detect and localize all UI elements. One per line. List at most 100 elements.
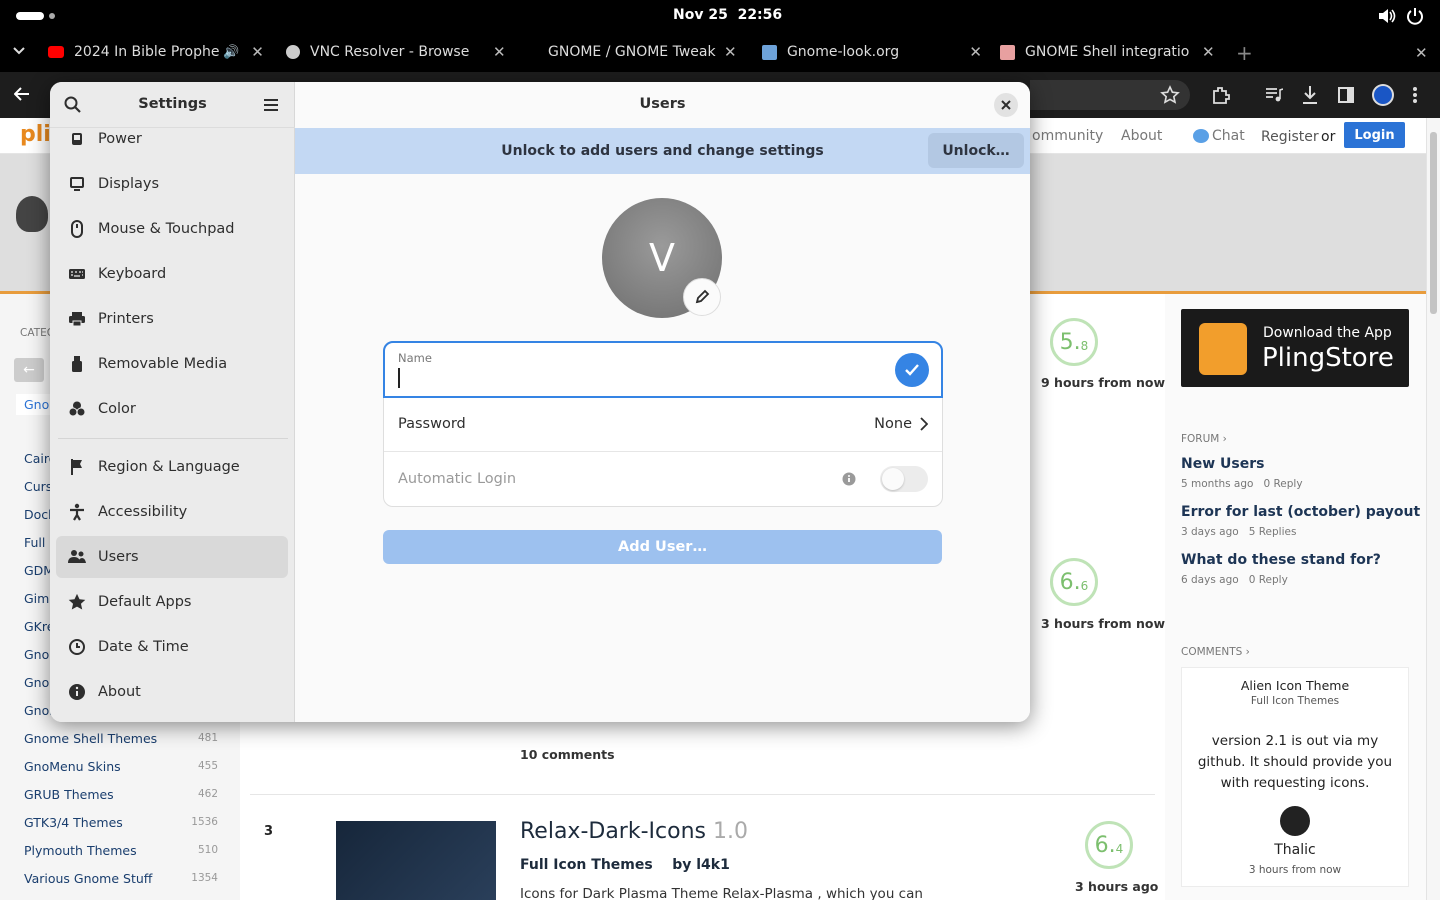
item-author[interactable]: by l4k1 — [672, 857, 730, 873]
tab-gnome-shell-integration[interactable]: GNOME Shell integratio ✕ — [1000, 38, 1220, 66]
sidebar-item-keyboard[interactable]: Keyboard — [56, 253, 288, 295]
profile-avatar-icon[interactable] — [1372, 84, 1394, 106]
commenter-name[interactable]: Thalic — [1182, 842, 1408, 858]
item-category[interactable]: Full Icon Themes — [520, 857, 653, 873]
sidebar-title: Settings — [138, 96, 207, 112]
extensions-puzzle-icon[interactable] — [1211, 85, 1231, 105]
category-row[interactable]: Various Gnome Stuff 1354 — [24, 868, 224, 888]
tab-close-icon[interactable]: ✕ — [969, 43, 982, 61]
sidebar-item-default-apps[interactable]: Default Apps — [56, 581, 288, 623]
category-row[interactable]: Gnome Shell Themes 481 — [24, 728, 224, 748]
plingstore-banner[interactable]: Download the App PlingStore — [1181, 309, 1409, 387]
category-link[interactable]: Full I — [24, 535, 53, 550]
tab-vnc-resolver[interactable]: VNC Resolver - Browse ✕ — [286, 38, 506, 66]
close-window-icon[interactable]: ✕ — [1415, 44, 1428, 62]
hamburger-menu-icon[interactable] — [263, 98, 279, 112]
sidebar-item-about[interactable]: About — [56, 671, 288, 713]
sidebar-item-label: Power — [98, 131, 142, 147]
tab-close-icon[interactable]: ✕ — [493, 43, 506, 61]
item-thumbnail[interactable] — [336, 821, 496, 900]
item-time: 9 hours from now — [1041, 375, 1165, 390]
category-row[interactable]: GnoMenu Skins 455 — [24, 756, 224, 776]
sidebar-item-removable-media[interactable]: Removable Media — [56, 343, 288, 385]
comment-card[interactable]: Alien Icon Theme Full Icon Themes versio… — [1181, 667, 1409, 887]
forum-replies: 0 Reply — [1263, 478, 1303, 490]
nav-register[interactable]: Register — [1261, 129, 1319, 145]
comments-heading[interactable]: COMMENTS › — [1181, 646, 1250, 658]
forum-topic[interactable]: Error for last (october) payout — [1181, 504, 1420, 520]
download-icon[interactable] — [1301, 85, 1319, 105]
category-link[interactable]: Curs — [24, 479, 52, 494]
confirm-name-button[interactable] — [895, 353, 929, 387]
category-row[interactable]: GRUB Themes 462 — [24, 784, 224, 804]
sidebar-item-power[interactable]: Power — [56, 118, 288, 160]
tab-audio-icon[interactable]: 🔊 — [223, 45, 239, 60]
item-title[interactable]: Relax-Dark-Icons 1.0 — [520, 819, 748, 844]
side-panel-icon[interactable] — [1337, 86, 1355, 104]
item-title-text: Relax-Dark-Icons — [520, 819, 706, 844]
edit-avatar-button[interactable] — [683, 278, 721, 316]
browser-menu-icon[interactable] — [1412, 86, 1418, 104]
volume-icon[interactable] — [1378, 8, 1396, 24]
sidebar-item-region-language[interactable]: Region & Language — [56, 446, 288, 488]
score-value: 5. — [1059, 329, 1081, 355]
sidebar-item-label: Mouse & Touchpad — [98, 221, 235, 237]
category-count: 462 — [197, 788, 218, 800]
automatic-login-row: Automatic Login — [384, 452, 942, 506]
back-arrow-icon[interactable] — [14, 87, 30, 101]
nav-about[interactable]: About — [1121, 128, 1162, 144]
name-field[interactable]: Name — [383, 341, 943, 398]
add-user-button[interactable]: Add User… — [383, 530, 942, 564]
login-button[interactable]: Login — [1344, 122, 1405, 148]
forum-topic[interactable]: What do these stand for? — [1181, 552, 1381, 568]
store-line2: PlingStore — [1262, 343, 1394, 373]
commenter-avatar[interactable] — [1280, 806, 1310, 836]
unlock-button[interactable]: Unlock… — [928, 133, 1024, 168]
printer-icon — [56, 311, 98, 327]
bookmark-star-icon[interactable] — [1160, 85, 1180, 105]
media-control-icon[interactable] — [1265, 87, 1283, 103]
sidebar-item-printers[interactable]: Printers — [56, 298, 288, 340]
page-scrollbar[interactable] — [1426, 118, 1440, 900]
tab-youtube[interactable]: 2024 In Bible Prophec 🔊 ✕ — [48, 38, 268, 66]
sidebar-item-mouse-touchpad[interactable]: Mouse & Touchpad — [56, 208, 288, 250]
sidebar-item-accessibility[interactable]: Accessibility — [56, 491, 288, 533]
accessibility-icon — [56, 503, 98, 521]
scrollbar-thumb[interactable] — [1430, 132, 1437, 314]
forum-heading[interactable]: FORUM › — [1181, 433, 1227, 445]
site-logo[interactable]: pli — [20, 122, 51, 147]
category-back-button[interactable]: ← — [14, 358, 44, 382]
sidebar-item-date-time[interactable]: Date & Time — [56, 626, 288, 668]
activities-indicator[interactable] — [16, 12, 44, 20]
tab-close-icon[interactable]: ✕ — [724, 43, 737, 61]
tab-gnome-look[interactable]: Gnome-look.org ✕ — [762, 38, 982, 66]
nav-community[interactable]: ommunity — [1032, 128, 1103, 144]
forum-time: 6 days ago — [1181, 574, 1239, 586]
info-circle-icon[interactable] — [842, 472, 856, 486]
name-input[interactable] — [398, 368, 400, 388]
sidebar-item-label: Printers — [98, 311, 154, 327]
comment-text: version 2.1 is out via my github. It sho… — [1197, 733, 1393, 791]
new-tab-icon[interactable]: + — [1236, 41, 1253, 65]
category-row[interactable]: Plymouth Themes 510 — [24, 840, 224, 860]
password-row[interactable]: Password None — [384, 397, 942, 451]
nav-chat[interactable]: Chat — [1212, 128, 1245, 144]
comments-count[interactable]: 10 comments — [520, 747, 615, 762]
sidebar-item-users[interactable]: Users — [56, 536, 288, 578]
tab-close-icon[interactable]: ✕ — [251, 43, 264, 61]
category-row[interactable]: GTK3/4 Themes 1536 — [24, 812, 224, 832]
sidebar-item-color[interactable]: Color — [56, 388, 288, 430]
forum-topic[interactable]: New Users — [1181, 456, 1264, 472]
category-name: GnoMenu Skins — [24, 758, 121, 774]
sidebar-item-displays[interactable]: Displays — [56, 163, 288, 205]
clock[interactable]: Nov 25 22:56 — [673, 7, 782, 23]
tab-list-chevron-icon[interactable] — [12, 46, 26, 56]
flag-icon — [56, 458, 98, 476]
tab-title: 2024 In Bible Prophec — [74, 44, 219, 60]
automatic-login-toggle[interactable] — [880, 466, 928, 492]
comment-product-title[interactable]: Alien Icon Theme — [1182, 678, 1408, 693]
close-icon[interactable] — [994, 93, 1018, 117]
tab-close-icon[interactable]: ✕ — [1202, 43, 1215, 61]
power-menu-icon[interactable] — [1406, 7, 1424, 25]
tab-gnome-tweaks[interactable]: GNOME / GNOME Tweak ✕ — [524, 38, 744, 66]
